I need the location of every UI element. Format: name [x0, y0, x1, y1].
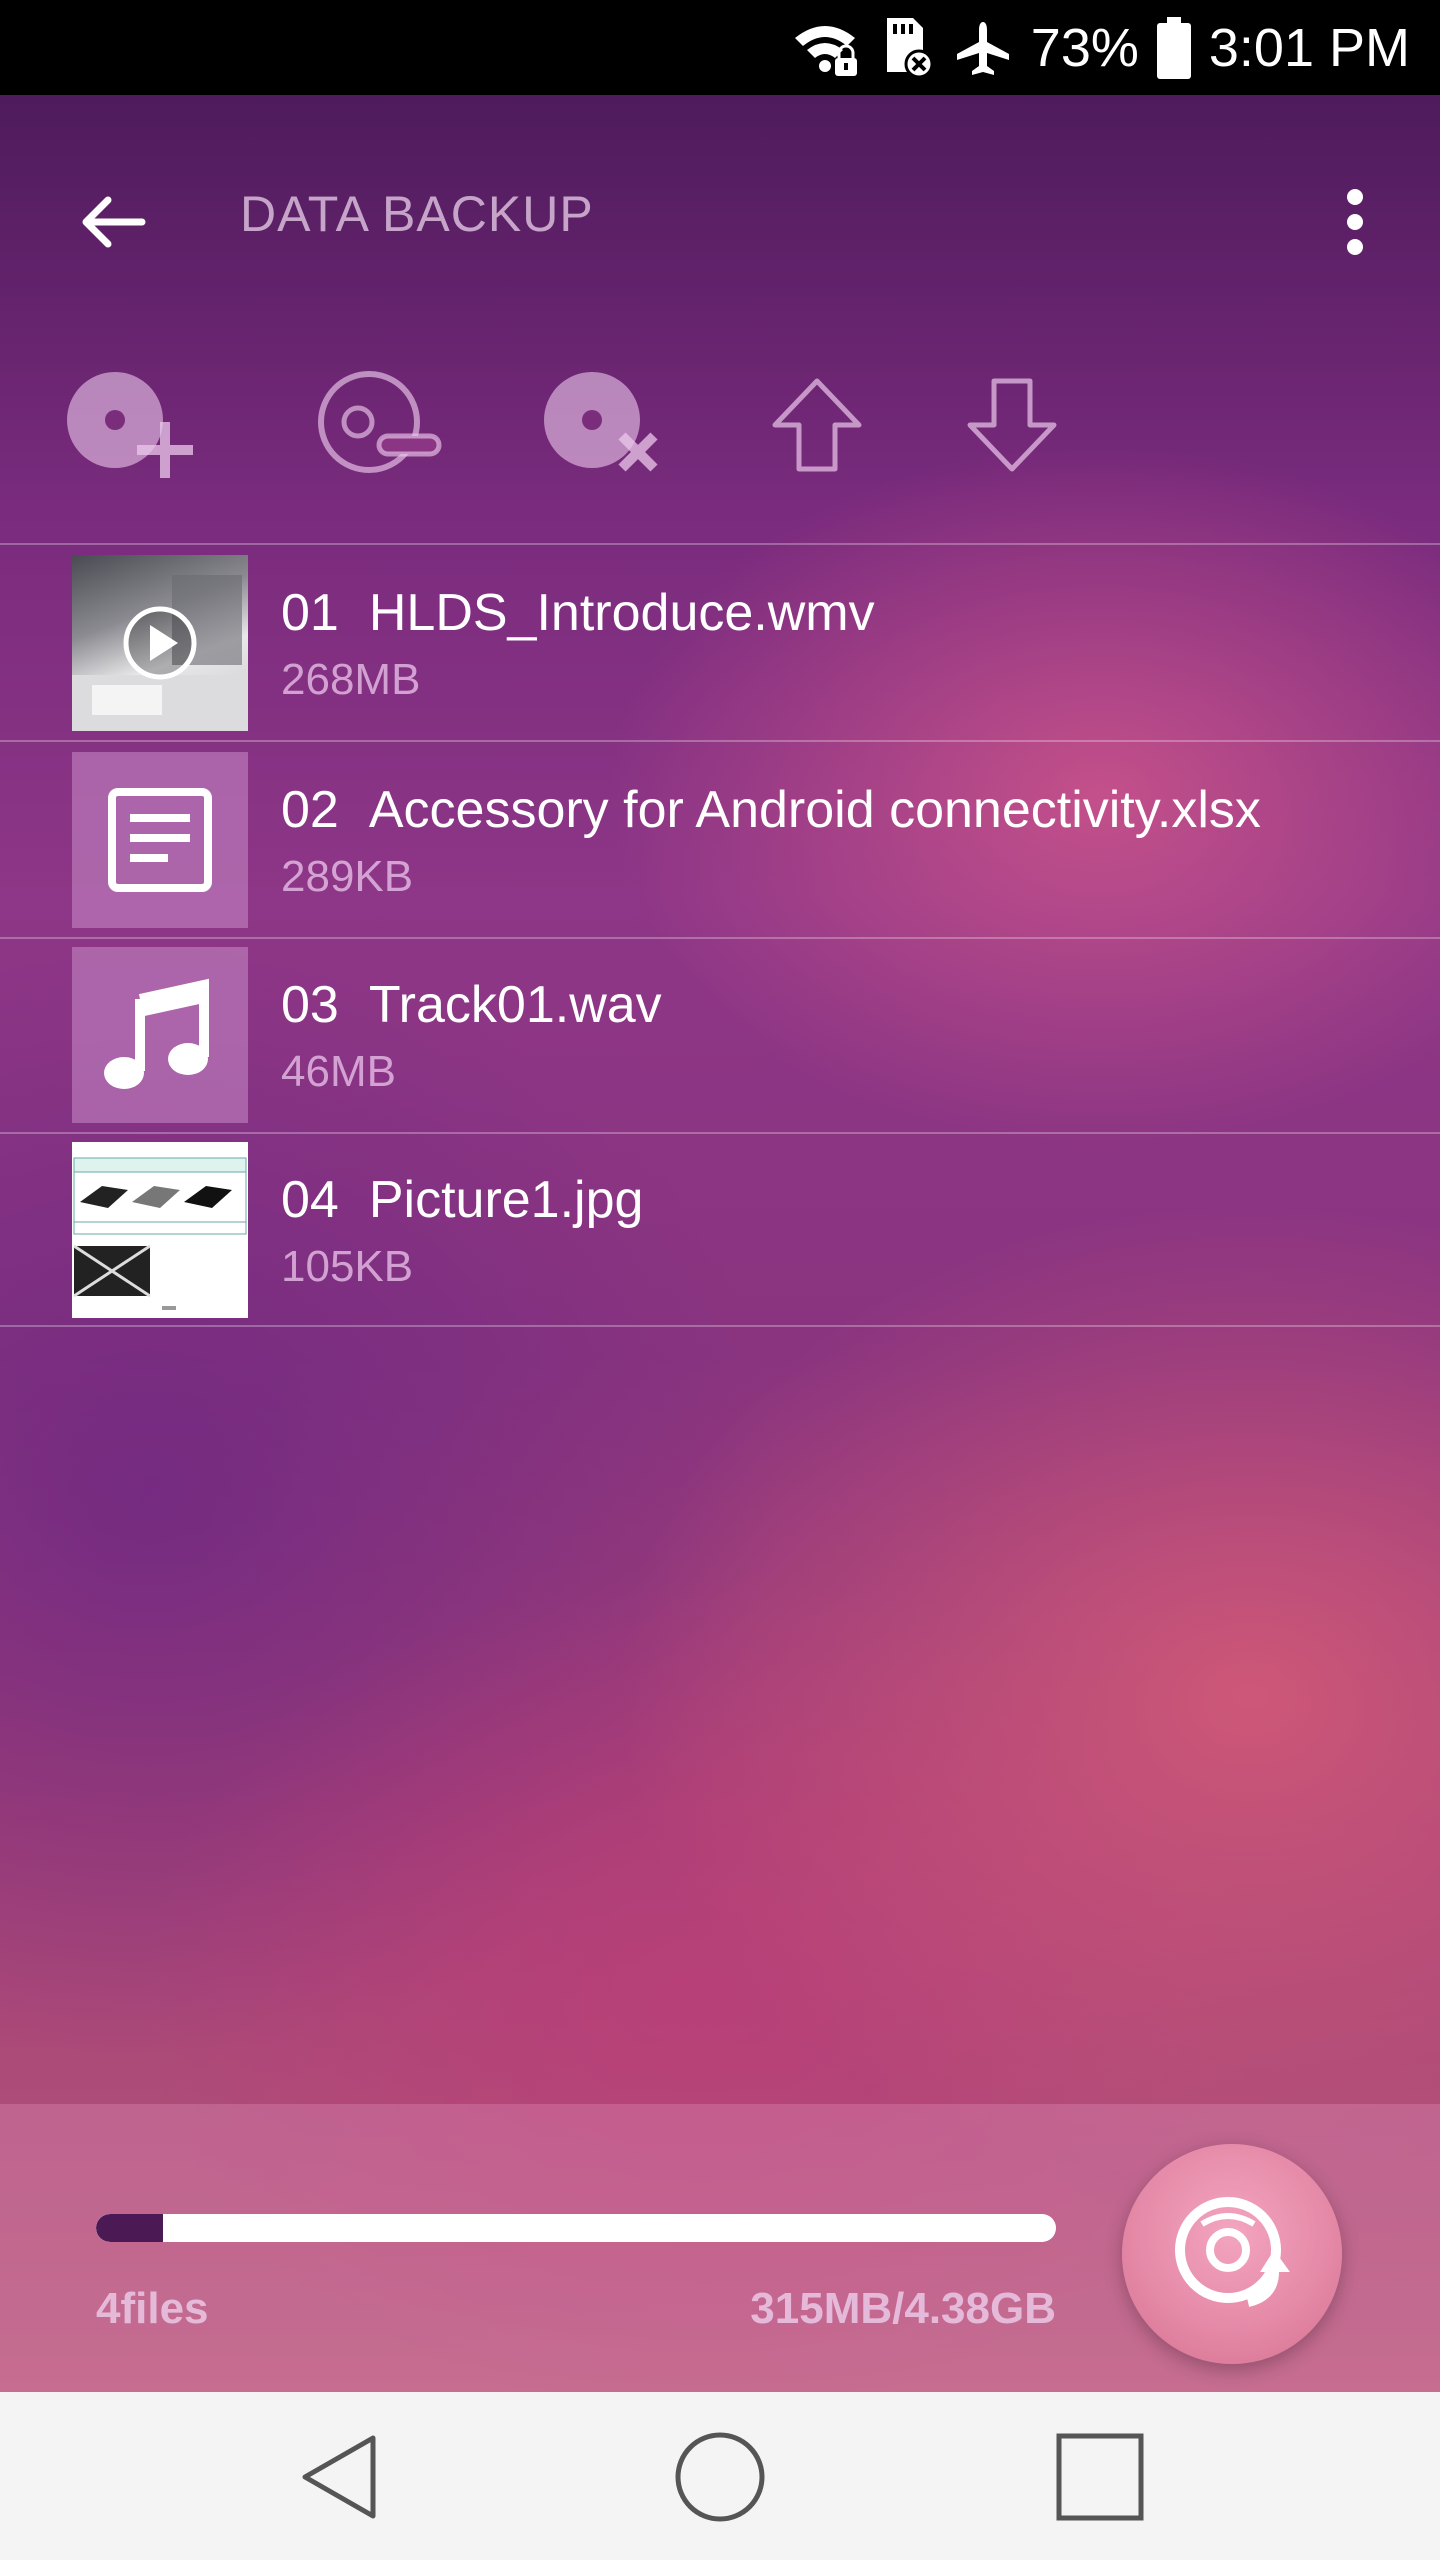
app-bar: DATA BACKUP — [0, 95, 1440, 325]
arrow-down-icon — [967, 378, 1057, 472]
more-vert-icon — [1347, 189, 1363, 255]
arrow-up-icon — [772, 378, 862, 472]
nav-back-icon — [302, 2435, 376, 2519]
files-count: 4files — [96, 2284, 209, 2333]
document-thumbnail — [72, 752, 248, 928]
divider — [0, 1325, 1440, 1327]
file-number: 04 — [281, 1171, 339, 1229]
move-down-button[interactable] — [937, 360, 1087, 490]
delete-disc-button[interactable] — [535, 360, 685, 490]
start-backup-button[interactable] — [1122, 2144, 1342, 2364]
battery-percent: 73% — [1030, 17, 1139, 78]
file-name: Accessory for Android connectivity.xlsx — [368, 781, 1261, 839]
capacity-progress-fill — [96, 2214, 164, 2242]
video-thumbnail — [72, 555, 248, 731]
disc-burn-icon — [1175, 2197, 1290, 2307]
storage-usage: 315MB/4.38GB — [750, 2284, 1056, 2333]
file-size: 289KB — [281, 852, 414, 901]
clock: 3:01 PM — [1208, 17, 1410, 78]
nav-home-button[interactable] — [660, 2422, 780, 2532]
sd-card-error-icon — [879, 16, 935, 80]
arrow-left-icon — [82, 196, 146, 248]
back-button[interactable] — [68, 177, 158, 267]
status-bar: 73% 3:01 PM — [0, 0, 1440, 95]
airplane-mode-icon — [953, 18, 1013, 78]
add-disc-button[interactable] — [60, 360, 210, 490]
file-number: 03 — [281, 976, 339, 1034]
audio-thumbnail — [72, 947, 248, 1123]
file-number: 02 — [281, 781, 339, 839]
remove-disc-button[interactable] — [298, 360, 448, 490]
file-name: HLDS_Introduce.wmv — [368, 584, 875, 642]
file-number: 01 — [281, 584, 339, 642]
file-row-2[interactable]: 02 Accessory for Android connectivity.xls… — [0, 742, 1440, 937]
disc-add-icon — [67, 372, 193, 478]
image-thumbnail — [72, 1142, 248, 1318]
nav-home-icon — [675, 2432, 765, 2522]
page-title: DATA BACKUP — [240, 186, 594, 242]
wifi-lock-icon — [789, 18, 861, 78]
system-nav-bar — [0, 2392, 1440, 2560]
nav-recents-icon — [1056, 2433, 1144, 2521]
battery-icon — [1156, 16, 1191, 79]
file-row-1[interactable]: 01 HLDS_Introduce.wmv 268MB — [0, 545, 1440, 740]
move-up-button[interactable] — [742, 360, 892, 490]
file-size: 105KB — [281, 1242, 414, 1291]
disc-minus-icon — [318, 371, 442, 473]
file-size: 268MB — [281, 655, 421, 704]
file-row-3[interactable]: 03 Track01.wav 46MB — [0, 937, 1440, 1132]
document-icon — [108, 788, 212, 892]
file-size: 46MB — [281, 1047, 396, 1096]
more-options-button[interactable] — [1320, 177, 1390, 267]
action-toolbar — [0, 340, 1440, 500]
backup-summary-panel: 4files 315MB/4.38GB — [0, 2104, 1440, 2392]
nav-recents-button[interactable] — [1040, 2422, 1160, 2532]
music-note-icon — [104, 978, 209, 1089]
nav-back-button[interactable] — [280, 2422, 400, 2532]
disc-close-icon — [544, 372, 658, 472]
file-row-4[interactable]: 04 Picture1.jpg 105KB — [0, 1132, 1440, 1327]
capacity-progress-bar — [96, 2214, 1056, 2242]
file-name: Track01.wav — [368, 976, 662, 1034]
file-name: Picture1.jpg — [368, 1171, 644, 1229]
